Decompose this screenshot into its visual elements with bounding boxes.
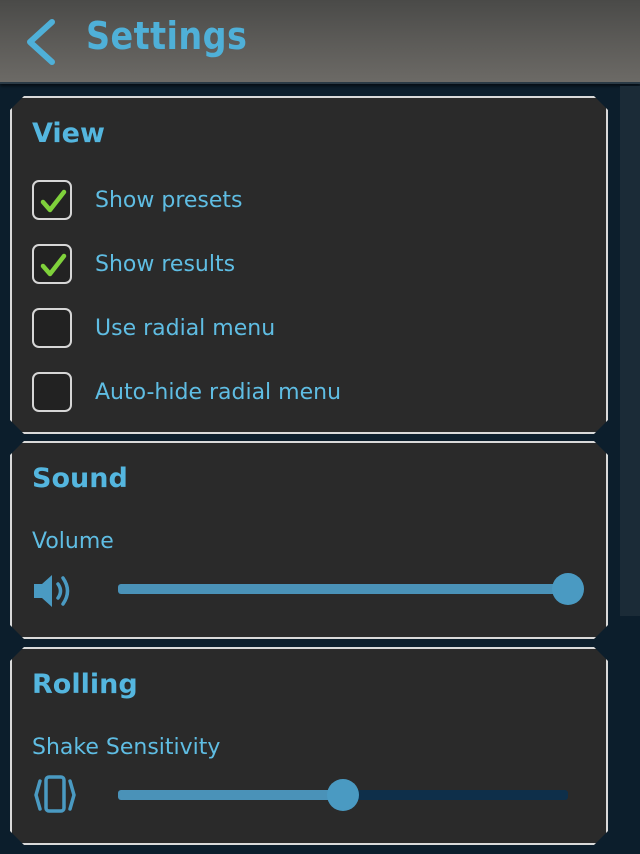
shake-sensitivity-label: Shake Sensitivity xyxy=(32,735,221,760)
option-use-radial-menu[interactable]: Use radial menu xyxy=(32,306,275,350)
shake-sensitivity-slider-fill xyxy=(118,790,343,800)
view-section-title: View xyxy=(32,118,105,149)
speaker-icon xyxy=(32,571,76,615)
rolling-panel: Rolling Shake Sensitivity xyxy=(10,647,608,845)
use-radial-menu-label: Use radial menu xyxy=(95,315,276,341)
auto-hide-radial-menu-label: Auto-hide radial menu xyxy=(95,379,342,405)
volume-slider-fill xyxy=(118,584,568,594)
back-button[interactable] xyxy=(22,18,58,66)
shake-sensitivity-slider-thumb[interactable] xyxy=(327,779,359,811)
option-auto-hide-radial-menu[interactable]: Auto-hide radial menu xyxy=(32,370,341,414)
option-show-presets[interactable]: Show presets xyxy=(32,178,243,222)
view-panel: View Show presets Show results Use radia… xyxy=(10,96,608,434)
app-header: Settings xyxy=(0,0,640,84)
chevron-left-icon xyxy=(27,19,55,65)
auto-hide-radial-menu-checkbox[interactable] xyxy=(32,372,72,412)
use-radial-menu-checkbox[interactable] xyxy=(32,308,72,348)
page-title: Settings xyxy=(86,14,248,58)
show-results-label: Show results xyxy=(95,251,236,277)
volume-label: Volume xyxy=(32,529,114,554)
shake-phone-icon xyxy=(32,773,78,821)
show-presets-checkbox[interactable] xyxy=(32,180,72,220)
rolling-section-title: Rolling xyxy=(32,669,138,700)
scrollbar[interactable] xyxy=(620,86,640,616)
volume-slider[interactable] xyxy=(118,584,568,594)
checkmark-icon xyxy=(37,185,69,217)
shake-sensitivity-slider[interactable] xyxy=(118,790,568,800)
sound-section-title: Sound xyxy=(32,463,128,494)
sound-panel: Sound Volume xyxy=(10,441,608,639)
show-presets-label: Show presets xyxy=(95,187,243,213)
volume-slider-thumb[interactable] xyxy=(552,573,584,605)
show-results-checkbox[interactable] xyxy=(32,244,72,284)
checkmark-icon xyxy=(37,249,69,281)
option-show-results[interactable]: Show results xyxy=(32,242,235,286)
